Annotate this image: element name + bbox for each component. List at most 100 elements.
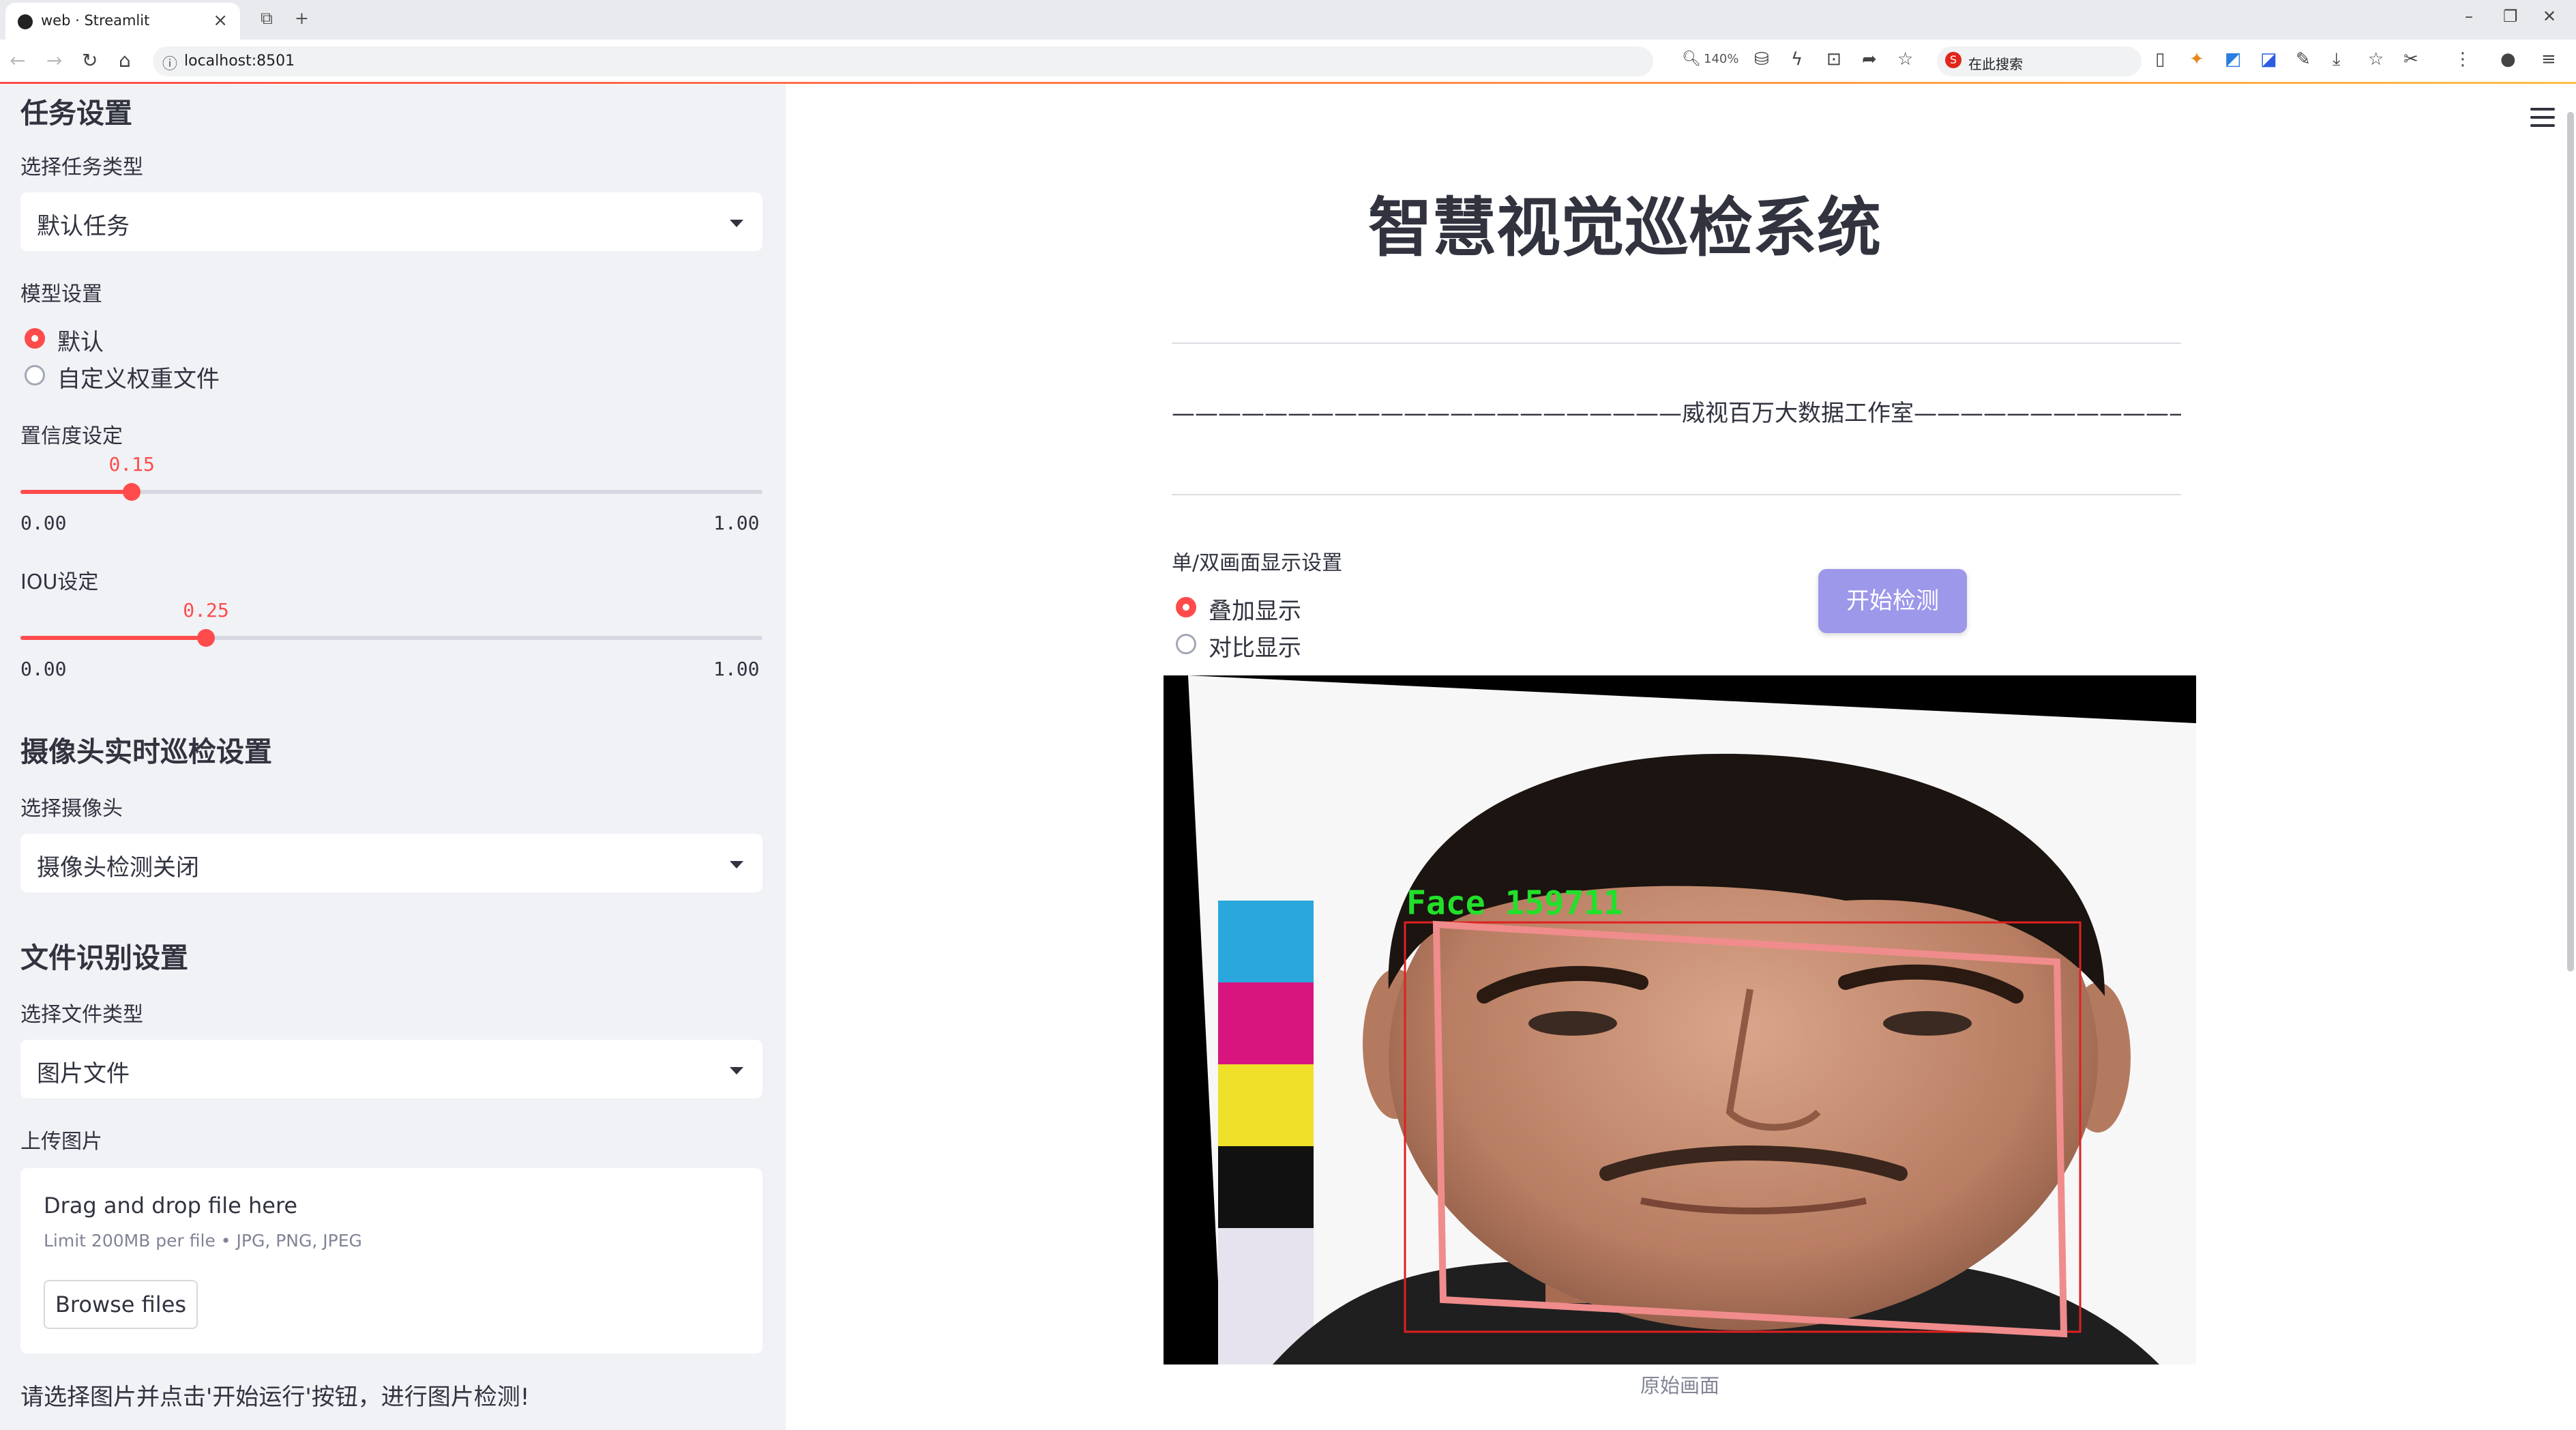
search-engine-icon: S (1945, 52, 1961, 68)
browse-files-button[interactable]: Browse files (44, 1280, 198, 1329)
radio-unselected-icon[interactable] (1176, 634, 1196, 654)
forward-icon[interactable]: → (46, 49, 62, 72)
chevron-down-icon (730, 861, 743, 869)
zoom-level[interactable]: 140% (1704, 52, 1738, 66)
lightning-icon[interactable]: ϟ (1791, 49, 1803, 70)
extension-doc-icon[interactable]: ◪ (2260, 49, 2277, 70)
tab-group-icon[interactable]: ⧉ (261, 8, 273, 29)
file-type-label: 选择文件类型 (20, 1003, 143, 1027)
iou-slider-fill (20, 636, 206, 640)
confidence-slider-fill (20, 490, 132, 494)
color-chart-cyan (1218, 901, 1314, 982)
display-option-label: 叠加显示 (1209, 598, 1301, 625)
browser-search-box[interactable]: S 在此搜索 (1937, 46, 2142, 76)
menu-icon[interactable]: ≡ (2541, 49, 2556, 70)
app-menu-icon[interactable] (2530, 108, 2555, 127)
extension-ai-icon[interactable]: ✦ (2189, 49, 2204, 70)
color-chart-magenta (1218, 982, 1314, 1064)
confidence-label: 置信度设定 (20, 424, 123, 448)
divider (1172, 494, 2181, 495)
browser-window: web · Streamlit × ⧉ + – ❐ ✕ ← → ↻ ⌂ ⓘ lo… (0, 0, 2576, 1430)
zoom-icon[interactable]: 🔍︎ (1682, 50, 1701, 68)
streamlit-favicon-icon (18, 14, 33, 29)
tab-bar: web · Streamlit × ⧉ + – ❐ ✕ (0, 0, 2576, 40)
new-tab-icon[interactable]: + (295, 8, 309, 28)
profile-avatar-icon[interactable]: ● (2500, 49, 2516, 70)
task-type-select[interactable]: 默认任务 (20, 192, 763, 251)
tab-close-icon[interactable]: × (213, 10, 228, 31)
url-field[interactable]: ⓘ localhost:8501 (153, 46, 1653, 76)
close-window-icon[interactable]: ✕ (2543, 7, 2556, 26)
tab-title: web · Streamlit (41, 12, 150, 29)
share-icon[interactable]: ➦ (1862, 49, 1877, 70)
task-section-title: 任务设置 (20, 97, 132, 130)
extension-pen-icon[interactable]: ✎ (2296, 49, 2311, 70)
file-dropzone[interactable]: Drag and drop file here Limit 200MB per … (20, 1168, 763, 1354)
search-placeholder: 在此搜索 (1968, 56, 2023, 72)
restore-icon[interactable]: ❐ (2503, 7, 2518, 26)
back-icon[interactable]: ← (10, 49, 25, 72)
tab-streamlit[interactable]: web · Streamlit × (5, 3, 240, 40)
file-type-select[interactable]: 图片文件 (20, 1040, 763, 1098)
iou-label: IOU设定 (20, 570, 99, 594)
confidence-value: 0.15 (108, 453, 155, 476)
dropzone-limit: Limit 200MB per file • JPG, PNG, JPEG (44, 1231, 362, 1251)
radio-selected-icon[interactable] (1176, 597, 1196, 617)
extension-translate-icon[interactable]: ◩ (2225, 49, 2242, 70)
chevron-down-icon (730, 220, 743, 227)
site-info-icon[interactable]: ⓘ (162, 52, 177, 74)
studio-line: ——————————————————————威视百万大数据工作室————————… (1172, 400, 2181, 427)
iou-min: 0.00 (20, 658, 67, 680)
dropzone-title: Drag and drop file here (44, 1193, 298, 1219)
file-type-value: 图片文件 (37, 1060, 130, 1088)
confidence-slider[interactable]: 0.15 (20, 453, 763, 501)
divider (1172, 342, 2181, 344)
iou-slider-thumb[interactable] (197, 629, 215, 647)
sidebar-hint: 请选择图片并点击'开始运行'按钮，进行图片检测! (20, 1384, 530, 1411)
cut-icon[interactable]: ✂ (2403, 49, 2418, 70)
task-type-value: 默认任务 (37, 213, 130, 240)
model-label: 模型设置 (20, 282, 102, 306)
favorites-icon[interactable]: ☆ (2368, 49, 2384, 70)
screenshot-icon[interactable]: ⊡ (1826, 49, 1841, 70)
camera-label: 选择摄像头 (20, 797, 123, 821)
radio-unselected-icon[interactable] (25, 365, 45, 385)
face-photo: Face 159711 (1188, 675, 2196, 1365)
main-content: 智慧视觉巡检系统 ——————————————————————威视百万大数据工作… (786, 85, 2576, 1430)
color-chart-yellow (1218, 1064, 1314, 1146)
confidence-max: 1.00 (713, 512, 760, 534)
download-icon[interactable]: ⤓ (2333, 49, 2341, 70)
confidence-min: 0.00 (20, 512, 67, 534)
page-title: 智慧视觉巡检系统 (1367, 191, 1881, 265)
camera-select[interactable]: 摄像头检测关闭 (20, 834, 763, 892)
iou-slider[interactable]: 0.25 (20, 599, 763, 647)
more-icon[interactable]: ⋮ (2454, 49, 2472, 70)
display-option-label: 对比显示 (1209, 634, 1301, 662)
radio-selected-icon[interactable] (25, 328, 45, 349)
start-detection-button[interactable]: 开始检测 (1818, 569, 1967, 633)
model-option-label: 自定义权重文件 (57, 366, 220, 393)
detection-label: Face 159711 (1406, 884, 1623, 922)
chevron-down-icon (730, 1067, 743, 1075)
detection-image: Face 159711 (1164, 675, 2196, 1365)
file-section-title: 文件识别设置 (20, 942, 188, 974)
display-mode-label: 单/双画面显示设置 (1172, 551, 1343, 575)
left-eye (1528, 1011, 1617, 1036)
iou-max: 1.00 (713, 658, 760, 680)
camera-value: 摄像头检测关闭 (37, 854, 199, 881)
home-icon[interactable]: ⌂ (119, 49, 131, 72)
minimize-icon[interactable]: – (2465, 7, 2473, 26)
phone-icon[interactable]: ▯ (2155, 49, 2165, 70)
decoration-bar (0, 82, 2576, 84)
bookmark-star-icon[interactable]: ☆ (1897, 49, 1913, 70)
sidebar: 任务设置 选择任务类型 默认任务 模型设置 默认 自定义权重文件 置信度设定 0… (0, 85, 786, 1430)
confidence-slider-thumb[interactable] (123, 483, 141, 501)
scrollbar[interactable] (2567, 112, 2574, 972)
image-caption: 原始画面 (1640, 1374, 1719, 1397)
color-chart-black (1218, 1146, 1314, 1228)
reload-icon[interactable]: ↻ (82, 49, 98, 72)
translate-icon[interactable]: ⛁ (1754, 49, 1769, 70)
model-option-label: 默认 (57, 329, 104, 356)
task-type-label: 选择任务类型 (20, 156, 143, 179)
upload-label: 上传图片 (20, 1130, 102, 1154)
